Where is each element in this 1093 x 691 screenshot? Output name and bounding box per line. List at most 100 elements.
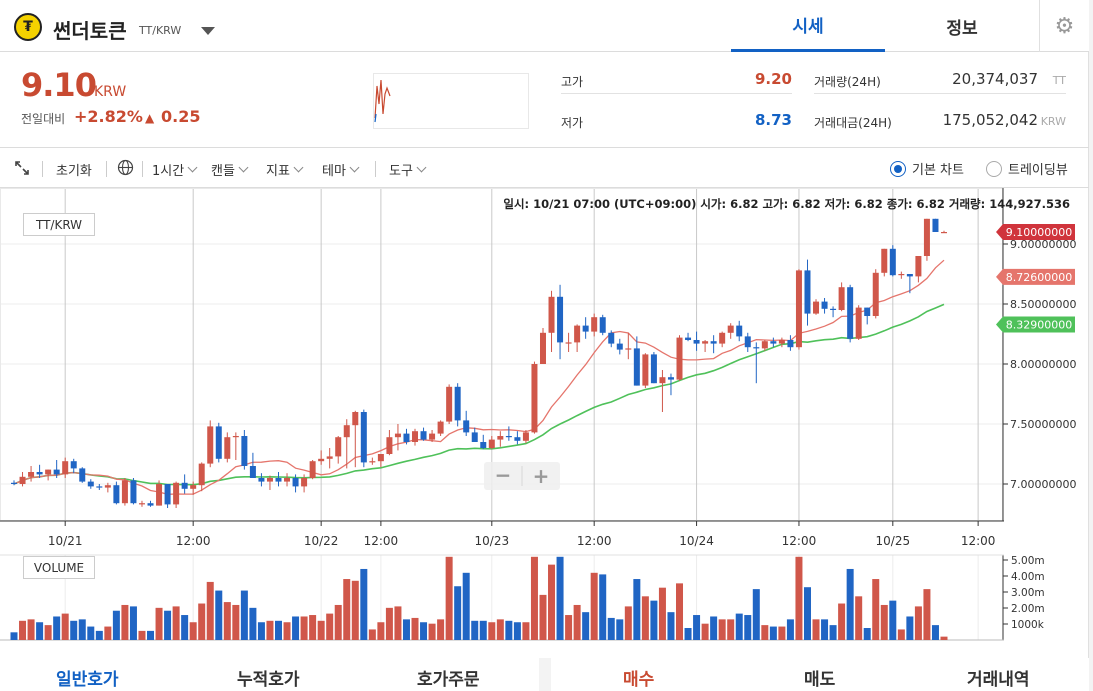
zoom-controls: − +	[484, 462, 560, 490]
price-chart-svg[interactable]: 9.000000008.500000008.000000007.50000000…	[0, 188, 1089, 648]
pair-dropdown-icon[interactable]	[201, 27, 215, 35]
candle-body	[53, 469, 60, 475]
zoom-in-button[interactable]: +	[533, 464, 550, 488]
volume-bar	[633, 579, 641, 640]
tab-buy[interactable]: 매수	[623, 665, 654, 690]
candle-body	[394, 433, 401, 438]
volume-bar	[479, 620, 487, 640]
volume-bar	[206, 581, 214, 640]
price-chart-area[interactable]: 9.00000000 8.50000000 8.00000000 7.50000000…	[0, 188, 1089, 648]
volume-bar	[513, 622, 521, 640]
volume-bar	[334, 604, 342, 640]
interval-dropdown[interactable]: 1시간	[152, 160, 198, 179]
candle-body	[898, 274, 905, 276]
globe-icon[interactable]	[117, 159, 134, 176]
toolbar-divider	[106, 161, 107, 177]
volume-bar	[95, 630, 103, 640]
low-row: 저가 8.73	[561, 107, 792, 135]
candle-body	[557, 296, 564, 343]
radio-unselected-icon	[986, 160, 1002, 177]
candle-dropdown[interactable]: 캔들	[211, 160, 249, 179]
volume-bar	[462, 572, 470, 640]
volume-row: 거래량(24H) 20,374,037 TT	[814, 66, 1066, 94]
time-tick-label: 10/21	[48, 534, 83, 548]
candle-body	[173, 482, 180, 505]
candle-body	[284, 478, 291, 482]
volume-bar	[940, 636, 948, 640]
basic-chart-radio[interactable]: 기본 차트	[890, 159, 964, 178]
volume-tick-label: 5.00m	[1011, 555, 1045, 567]
candle-body	[505, 436, 512, 438]
volume-bar	[786, 619, 794, 640]
tools-dropdown[interactable]: 도구	[389, 160, 427, 179]
volume-tick-label: 3.00m	[1011, 587, 1045, 599]
globe-icon-svg	[117, 159, 134, 176]
candle-body	[198, 463, 205, 486]
volume-bar	[36, 622, 44, 640]
candle-body	[659, 377, 666, 384]
volume-bar	[530, 556, 538, 640]
candle-body	[232, 436, 239, 438]
chevron-down-icon	[238, 162, 249, 172]
candle-body	[258, 478, 265, 482]
indicator-dropdown[interactable]: 지표	[266, 160, 304, 179]
tools-label: 도구	[389, 164, 413, 179]
candle-body	[275, 478, 282, 482]
coin-pair: TT/KRW	[139, 24, 182, 37]
volume-bar	[855, 596, 863, 640]
candle-body	[147, 503, 154, 506]
candle-body	[676, 337, 683, 380]
price-tick-label: 8.50000000	[1010, 298, 1076, 311]
volume-bar	[803, 587, 811, 640]
volume-bar	[360, 568, 368, 640]
candle-body	[514, 437, 521, 441]
volume-bar	[223, 602, 231, 640]
volume-bar	[735, 613, 743, 640]
candle-body	[633, 348, 640, 386]
amount-label: 거래대금(24H)	[814, 116, 892, 130]
toolbar-divider	[375, 161, 376, 177]
theme-dropdown[interactable]: 테마	[322, 160, 360, 179]
volume-bar	[249, 607, 257, 640]
tab-orderbook-order[interactable]: 호가주문	[417, 665, 480, 690]
volume-bar	[650, 600, 658, 640]
candle-body	[386, 437, 393, 454]
volume-bar	[624, 606, 632, 640]
tab-info[interactable]: 정보	[885, 0, 1039, 52]
tab-trade-history[interactable]: 거래내역	[967, 665, 1030, 690]
volume-bar	[752, 589, 760, 640]
candle-body	[403, 433, 410, 442]
coin-name: 썬더토큰	[53, 19, 127, 43]
candle-body	[642, 354, 649, 386]
volume-bar	[667, 612, 675, 640]
tradingview-radio[interactable]: 트레이딩뷰	[986, 159, 1068, 178]
reset-button[interactable]: 초기화	[56, 160, 92, 179]
time-tick-label: 12:00	[577, 534, 612, 548]
volume-bar	[121, 604, 129, 640]
volume-bar	[44, 625, 52, 640]
volume-bar	[744, 615, 752, 640]
volume-bar	[437, 619, 445, 640]
settings-gear-icon[interactable]: ⚙	[1039, 0, 1089, 52]
volume-bar	[189, 622, 197, 640]
candle-body	[710, 341, 717, 344]
tab-general-orderbook[interactable]: 일반호가	[56, 665, 119, 690]
tab-sell[interactable]: 매도	[804, 665, 835, 690]
candle-body	[599, 317, 606, 333]
zoom-out-button[interactable]: −	[495, 463, 512, 487]
candle-body	[471, 432, 478, 442]
volume-bar	[488, 622, 496, 640]
candle-body	[778, 340, 785, 344]
fullscreen-expand-icon[interactable]	[14, 160, 30, 176]
amount-value: 175,052,042	[942, 111, 1038, 129]
volume-bar	[590, 572, 598, 640]
price-unit: KRW	[94, 84, 127, 100]
volume-bar	[317, 620, 325, 640]
amount-row: 거래대금(24H) 175,052,042 KRW	[814, 107, 1066, 135]
candle-body	[437, 421, 444, 434]
tab-cumulative-orderbook[interactable]: 누적호가	[237, 665, 300, 690]
tab-market-price[interactable]: 시세	[731, 0, 885, 52]
mini-chart	[373, 73, 529, 129]
volume-bar	[599, 574, 607, 640]
coin-logo-glyph: ₮	[23, 19, 33, 35]
